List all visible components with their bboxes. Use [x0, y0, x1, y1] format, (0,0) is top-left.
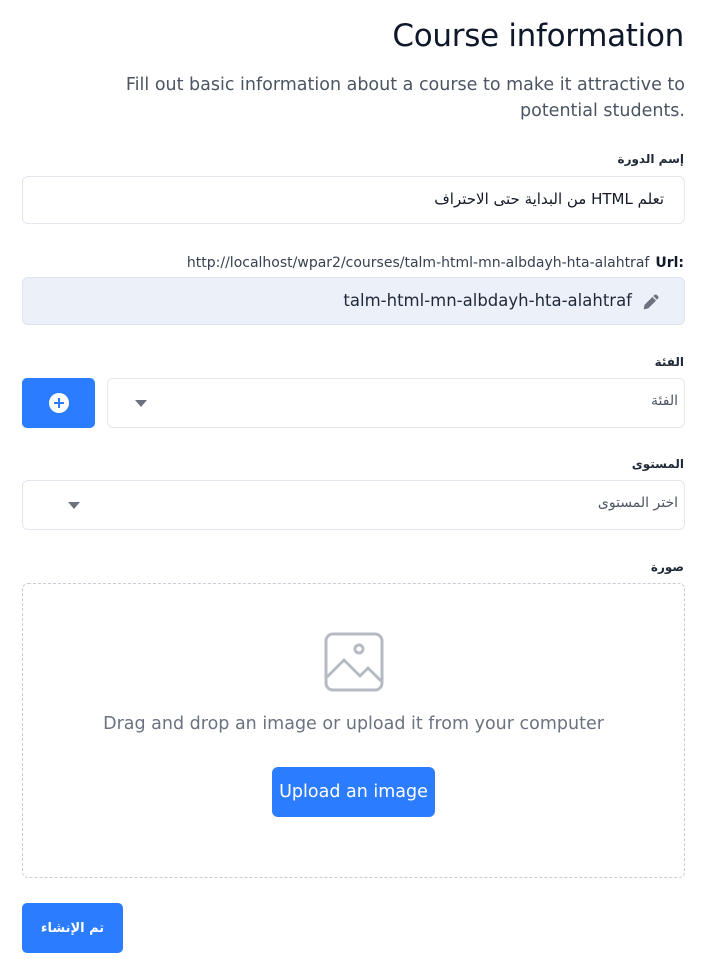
page-subtitle: Fill out basic information about a cours…: [65, 72, 685, 124]
level-placeholder: اختر المستوى: [597, 495, 678, 511]
level-label: المستوى: [631, 457, 684, 471]
category-placeholder: الفئة: [651, 393, 678, 409]
page-title: Course information: [392, 18, 684, 54]
level-select[interactable]: اختر المستوى: [22, 480, 685, 530]
url-row: http://localhost/wpar2/courses/talm-html…: [187, 255, 684, 271]
category-select[interactable]: الفئة: [107, 378, 685, 428]
chevron-down-icon: [68, 502, 80, 509]
image-label: صورة: [650, 560, 684, 574]
image-dropzone[interactable]: Drag and drop an image or upload it from…: [22, 583, 685, 878]
create-button[interactable]: تم الإنشاء: [22, 903, 123, 953]
slug-value: talm-html-mn-albdayh-hta-alahtraf: [343, 291, 632, 310]
chevron-down-icon: [135, 400, 147, 407]
pencil-icon[interactable]: [640, 291, 662, 313]
plus-circle-icon: [48, 393, 69, 413]
course-name-value: تعلم HTML من البداية حتى الاحتراف: [434, 190, 664, 208]
page-subtitle-text: Fill out basic information about a cours…: [125, 75, 685, 121]
url-label: Url:: [655, 255, 684, 271]
course-name-field[interactable]: تعلم HTML من البداية حتى الاحتراف: [22, 176, 685, 224]
upload-image-button[interactable]: Upload an image: [272, 767, 435, 817]
image-icon: [324, 632, 384, 692]
dropzone-hint: Drag and drop an image or upload it from…: [103, 714, 604, 734]
url-base: http://localhost/wpar2/courses/talm-html…: [186, 255, 650, 271]
add-category-button[interactable]: [22, 378, 95, 428]
category-label: الفئة: [654, 355, 684, 369]
course-name-label: إسم الدورة: [617, 152, 684, 166]
slug-field[interactable]: talm-html-mn-albdayh-hta-alahtraf: [22, 277, 685, 325]
